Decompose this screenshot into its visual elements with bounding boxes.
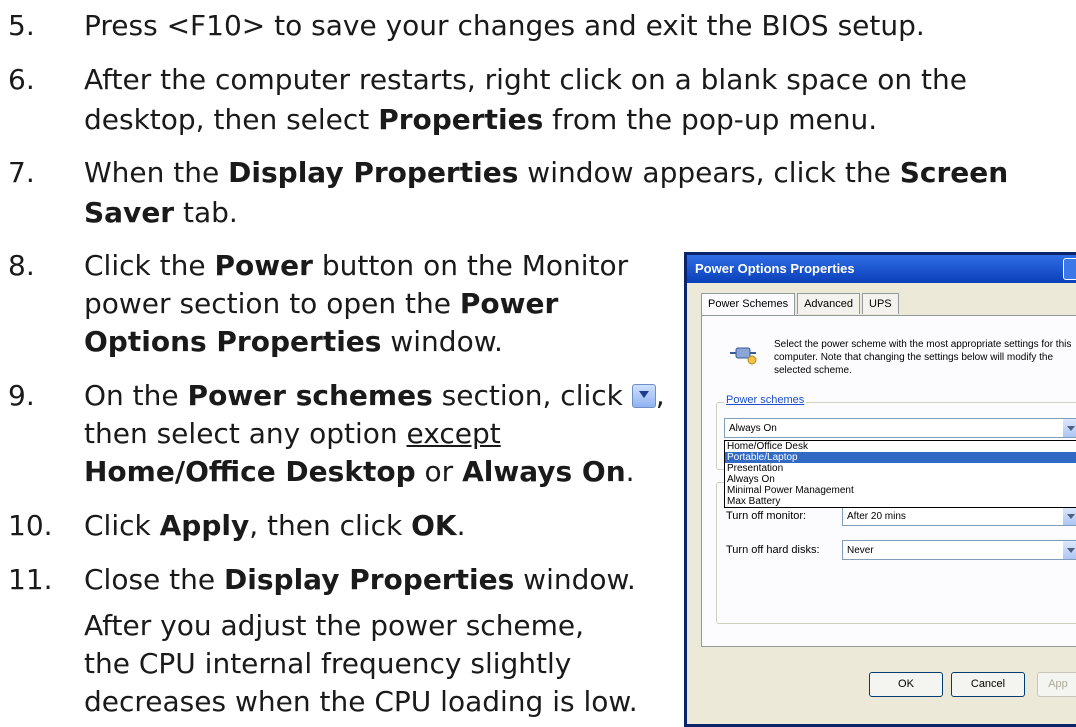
step-text-line2: Saver tab.	[84, 196, 238, 229]
step-number: 8.	[8, 249, 35, 282]
step-text-line2: then select any option except	[84, 417, 501, 450]
step-text-line2: desktop, then select Properties from the…	[84, 103, 878, 136]
step-number: 9.	[8, 379, 35, 412]
dropdown-option[interactable]: Presentation	[725, 463, 1076, 474]
step-number: 6.	[8, 63, 35, 96]
chevron-down-icon	[631, 384, 656, 408]
turn-off-disks-select[interactable]: Never	[842, 540, 1076, 560]
chevron-down-icon[interactable]	[1063, 541, 1076, 559]
dropdown-option[interactable]: Home/Office Desk	[725, 441, 1076, 452]
step-text: Press <F10> to save your changes and exi…	[84, 9, 925, 42]
dropdown-option[interactable]: Max Battery	[725, 496, 1076, 507]
tab-advanced[interactable]: Advanced	[797, 293, 861, 314]
note-line1: After you adjust the power scheme,	[84, 609, 585, 642]
turn-off-monitor-value: After 20 mins	[847, 511, 906, 522]
chevron-down-icon[interactable]	[1063, 419, 1076, 437]
turn-off-disks-value: Never	[847, 545, 874, 556]
dropdown-option[interactable]: Minimal Power Management	[725, 485, 1076, 496]
turn-off-monitor-label: Turn off monitor:	[726, 510, 807, 522]
power-schemes-label: Power schemes	[724, 394, 807, 406]
power-scheme-dropdown-list: Home/Office Desk Portable/Laptop Present…	[724, 440, 1076, 508]
chevron-down-icon[interactable]	[1063, 507, 1076, 525]
dialog-description: Select the power scheme with the most ap…	[774, 339, 1072, 376]
step-text-line1: When the Display Properties window appea…	[84, 156, 1009, 189]
step-number: 7.	[8, 156, 35, 189]
tab-panel: Select the power scheme with the most ap…	[701, 315, 1076, 647]
cancel-button[interactable]: Cancel	[951, 672, 1025, 697]
step-text: Close the Display Properties window.	[84, 563, 636, 596]
power-scheme-value: Always On	[729, 423, 777, 434]
dropdown-option[interactable]: Always On	[725, 474, 1076, 485]
turn-off-monitor-select[interactable]: After 20 mins	[842, 506, 1076, 526]
step-text-line2: power section to open the Power	[84, 287, 559, 320]
step-number: 10.	[8, 509, 53, 542]
step-text-line1: After the computer restarts, right click…	[84, 63, 967, 96]
power-plug-icon	[730, 347, 757, 365]
ok-button[interactable]: OK	[869, 672, 943, 697]
step-text-line3: Home/Office Desktop or Always On.	[84, 455, 635, 488]
step-number: 11.	[8, 563, 53, 596]
note-line3: decreases when the CPU loading is low.	[84, 685, 638, 718]
step-text-line1: On the Power schemes section, click ,	[84, 379, 665, 412]
step-text-line1: Click the Power button on the Monitor	[84, 249, 629, 282]
step-text-line3: Options Properties window.	[84, 325, 503, 358]
dropdown-option-selected[interactable]: Portable/Laptop	[725, 452, 1076, 463]
note-line2: the CPU internal frequency slightly	[84, 647, 572, 680]
tab-ups[interactable]: UPS	[862, 293, 899, 314]
tab-strip: Power Schemes Advanced UPS	[701, 293, 901, 316]
power-scheme-select[interactable]: Always On	[724, 418, 1076, 438]
tab-power-schemes[interactable]: Power Schemes	[701, 293, 796, 316]
step-text: Click Apply, then click OK.	[84, 509, 466, 542]
turn-off-disks-label: Turn off hard disks:	[726, 544, 820, 556]
step-number: 5.	[8, 9, 35, 42]
power-options-dialog: Power Options Properties Power Schemes Ad…	[684, 252, 1076, 727]
help-button[interactable]	[1063, 258, 1076, 280]
apply-button[interactable]: App	[1037, 672, 1076, 697]
dialog-title: Power Options Properties	[687, 255, 1076, 283]
